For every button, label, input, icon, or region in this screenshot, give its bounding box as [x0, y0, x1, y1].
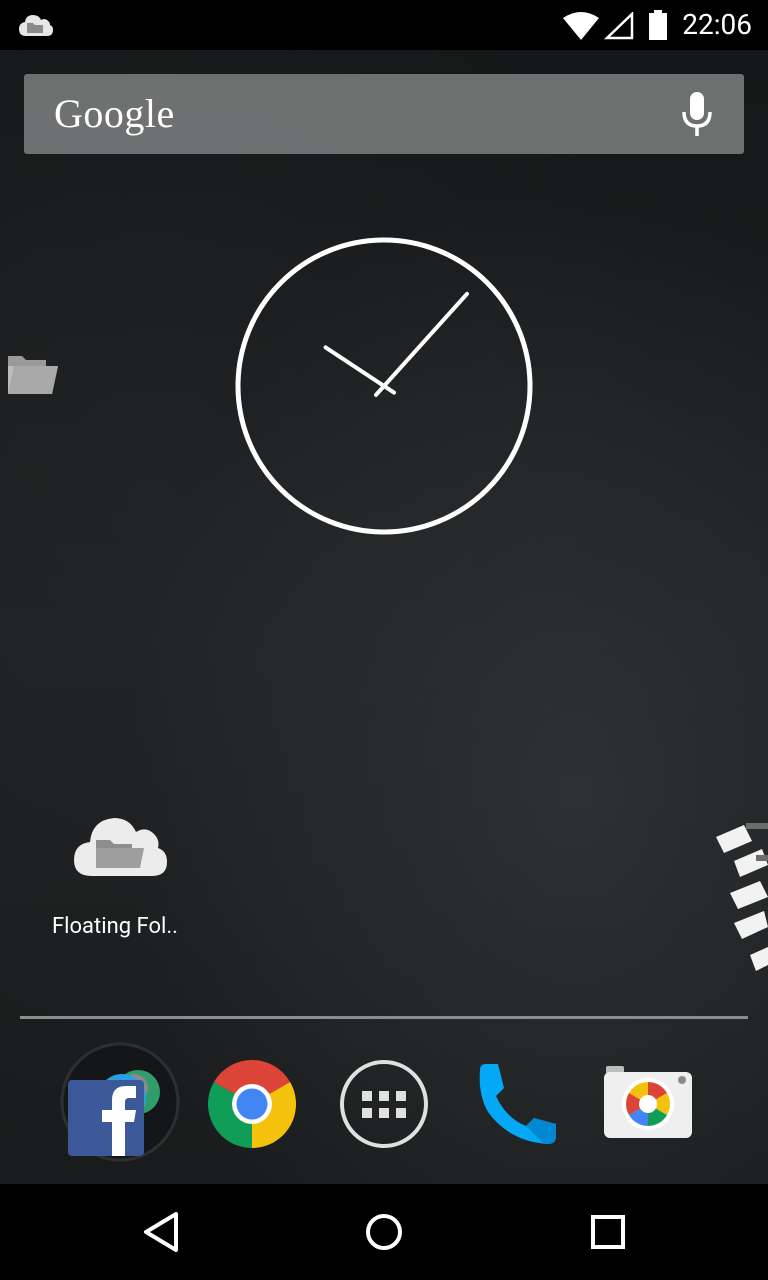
analog-clock[interactable] [234, 236, 534, 536]
status-bar: 22:06 [0, 0, 768, 50]
chrome-icon[interactable] [206, 1058, 298, 1150]
clock-minute-hand [374, 291, 469, 397]
cloud-folder-icon [19, 15, 53, 36]
facebook-folder-icon[interactable] [60, 1042, 180, 1162]
shortcut-label: Floating Fol.. [52, 914, 178, 939]
app-drawer-icon[interactable] [338, 1058, 430, 1150]
camera-icon[interactable] [602, 1062, 694, 1154]
home-icon[interactable] [356, 1204, 412, 1260]
recents-icon[interactable] [580, 1204, 636, 1260]
back-icon[interactable] [132, 1204, 188, 1260]
google-logo: Google [54, 91, 175, 136]
navigation-bar [0, 1184, 768, 1280]
wifi-icon [563, 12, 599, 40]
folder-icon[interactable] [6, 352, 60, 396]
clock-hour-hand [323, 345, 396, 395]
dock-divider [20, 1016, 748, 1019]
status-time: 22:06 [682, 8, 752, 41]
wallpaper-lights [716, 823, 768, 971]
battery-icon [649, 10, 667, 40]
signal-icon [604, 12, 634, 40]
cloud-folder-icon [74, 818, 167, 876]
phone-icon[interactable] [470, 1058, 562, 1150]
google-search-bar[interactable]: Google [24, 74, 744, 154]
mic-icon[interactable] [680, 92, 714, 138]
